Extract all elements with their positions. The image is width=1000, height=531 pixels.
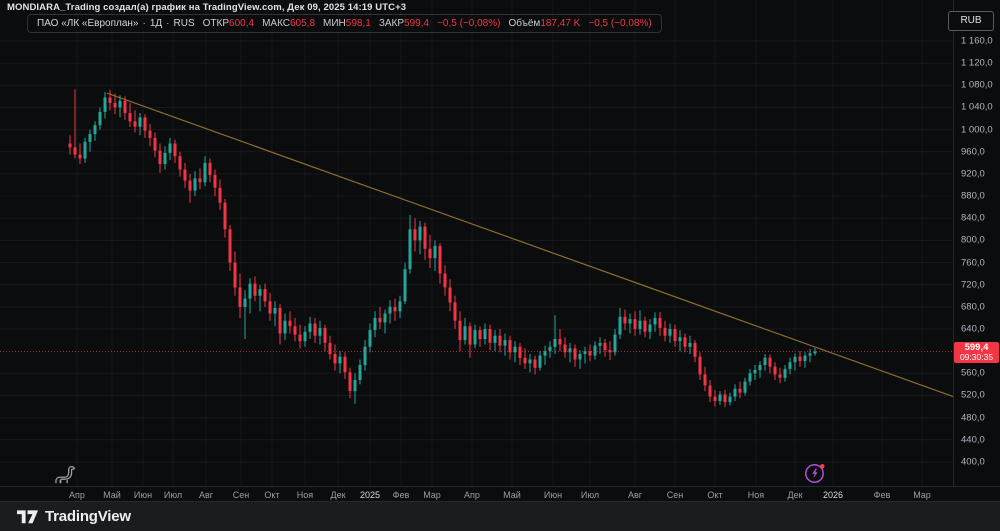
bottom-toolbar: TradingView [0,501,1000,531]
x-axis-month-label: Июл [581,490,599,500]
y-axis-tick-label: 640,0 [961,324,985,335]
tradingview-chart-window: MONDIARA_Trading создал(а) график на Tra… [0,0,1000,531]
y-axis-tick-label: 960,0 [961,146,985,157]
x-axis-month-label: Сен [233,490,249,500]
x-axis-month-label: Май [503,490,521,500]
legend-separator: · [142,18,145,29]
y-axis-tick-label: 400,0 [961,456,985,467]
x-axis-year-label: 2026 [823,490,843,500]
x-axis-year-label: 2025 [360,490,380,500]
x-axis-month-label: Мар [423,490,441,500]
y-axis-tick-label: 1 080,0 [961,80,993,91]
y-axis-tick-label: 720,0 [961,279,985,290]
y-axis-tick-label: 760,0 [961,257,985,268]
y-axis-tick-label: 680,0 [961,301,985,312]
tradingview-logo-text: TradingView [45,508,131,525]
y-axis-tick-label: 920,0 [961,168,985,179]
x-axis-month-label: Апр [464,490,480,500]
x-axis-month-label: Июл [164,490,182,500]
x-axis-month-label: Окт [707,490,722,500]
x-axis-month-label: Мар [913,490,931,500]
symbol-name: ПАО «ЛК «Европлан» [37,18,138,29]
symbol-legend[interactable]: ПАО «ЛК «Европлан» · 1Д · RUS ОТКР 600,4… [27,14,662,33]
x-axis-month-label: Апр [69,490,85,500]
y-axis-tick-label: 1 040,0 [961,102,993,113]
lightning-sticker-icon[interactable] [802,460,828,486]
y-axis-tick-label: 520,0 [961,390,985,401]
low-value: 598,1 [346,18,371,29]
x-axis-month-label: Май [103,490,121,500]
x-axis-month-label: Авг [628,490,642,500]
tradingview-logo-mark [17,510,38,524]
close-value: 599,4 [404,18,429,29]
volume-label: Объём [508,18,540,29]
exchange-value: RUS [174,18,195,29]
x-axis-month-label: Ноя [748,490,764,500]
y-axis-tick-label: 440,0 [961,434,985,445]
interval-value: 1Д [150,18,162,29]
y-axis-tick-label: 800,0 [961,235,985,246]
legend-separator: · [166,18,169,29]
high-value: 605,8 [290,18,315,29]
x-axis-month-label: Фев [393,490,410,500]
bar-countdown: 09:30:35 [954,353,999,363]
change-value: −0,5 (−0,08%) [437,18,500,29]
x-axis-month-label: Июн [544,490,562,500]
y-axis-tick-label: 840,0 [961,213,985,224]
y-axis-tick-label: 1 000,0 [961,124,993,135]
x-axis-month-label: Сен [667,490,683,500]
last-price-badge[interactable]: 599,4 09:30:35 [954,342,999,364]
y-axis-tick-label: 480,0 [961,412,985,423]
y-axis-tick-label: 1 120,0 [961,58,993,69]
dino-sticker-icon[interactable] [50,461,76,487]
x-axis-month-label: Ноя [297,490,313,500]
high-label: МАКС [262,18,290,29]
close-label: ЗАКР [379,18,404,29]
low-label: МИН [323,18,346,29]
volume-change-value: −0,5 (−0,08%) [588,18,651,29]
volume-value: 187,47 K [540,18,580,29]
price-chart-canvas[interactable] [0,0,953,486]
notification-dot [820,464,824,468]
currency-toggle-button[interactable]: RUB [948,11,994,31]
price-scale[interactable]: 1 160,0 1 120,0 1 080,0 1 040,0 1 000,0 960,0… [953,0,1000,486]
y-axis-tick-label: 1 160,0 [961,36,993,47]
time-scale[interactable]: Апр Май Июн Июл Авг Сен Окт Ноя Дек 2025 Фев Мар Апр… [0,486,1000,501]
x-axis-month-label: Дек [787,490,802,500]
x-axis-month-label: Фев [874,490,891,500]
x-axis-month-label: Авг [199,490,213,500]
x-axis-month-label: Окт [264,490,279,500]
x-axis-month-label: Июн [134,490,152,500]
y-axis-tick-label: 880,0 [961,191,985,202]
open-label: ОТКР [203,18,229,29]
y-axis-tick-label: 560,0 [961,368,985,379]
x-axis-month-label: Дек [330,490,345,500]
tradingview-logo[interactable]: TradingView [17,508,131,525]
open-value: 600,4 [229,18,254,29]
